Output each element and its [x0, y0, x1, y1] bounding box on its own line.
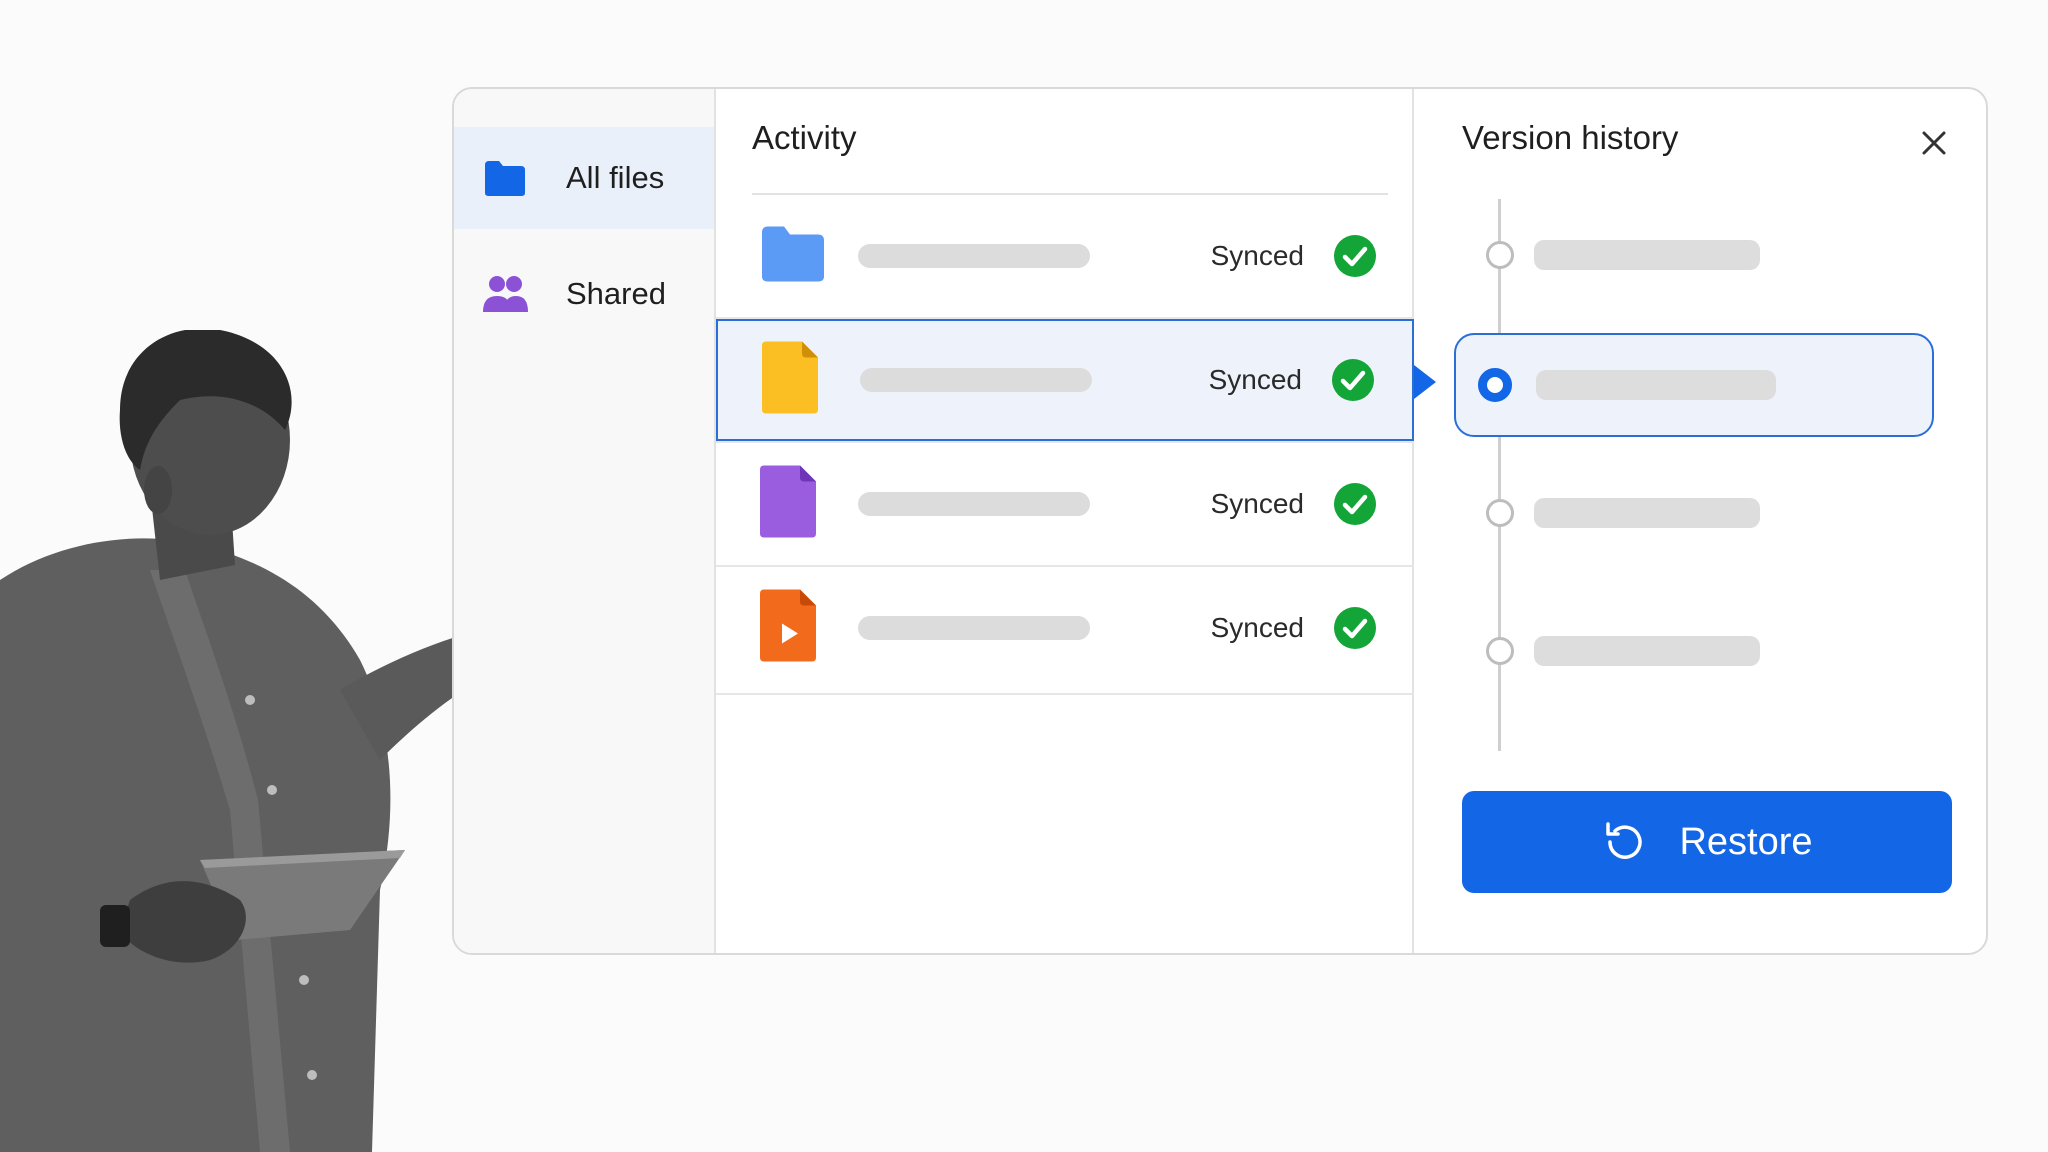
restore-icon [1601, 819, 1647, 865]
timeline-dot [1486, 241, 1514, 269]
sync-status: Synced [1210, 240, 1304, 271]
activity-row[interactable]: Synced [716, 443, 1414, 565]
file-sync-window: All files Shared Activity Synced Synced … [452, 87, 1988, 955]
folder-icon [482, 158, 528, 198]
activity-row[interactable]: Synced [716, 195, 1414, 317]
file-name-placeholder [858, 492, 1090, 516]
check-circle-icon [1332, 359, 1374, 401]
sync-status: Synced [1210, 612, 1304, 643]
check-circle-icon [1334, 235, 1376, 277]
file-name-placeholder [860, 368, 1092, 392]
document-icon [762, 341, 818, 419]
video-file-icon [760, 589, 816, 667]
activity-row[interactable]: Synced [716, 567, 1414, 689]
row-divider [716, 693, 1414, 695]
timeline-dot-selected [1478, 368, 1512, 402]
sidebar-item-label: Shared [566, 276, 666, 311]
sidebar-item-label: All files [566, 160, 665, 195]
sidebar-item-shared[interactable]: Shared [454, 243, 714, 345]
restore-label: Restore [1679, 820, 1813, 863]
version-item-selected[interactable] [1454, 333, 1934, 437]
activity-row-selected[interactable]: Synced [716, 319, 1414, 441]
version-label-placeholder [1534, 240, 1760, 270]
version-label-placeholder [1534, 498, 1760, 528]
sidebar-item-all-files[interactable]: All files [454, 127, 714, 229]
activity-title: Activity [752, 119, 857, 156]
version-item[interactable] [1454, 461, 1934, 565]
version-history-title: Version history [1462, 119, 1679, 156]
people-icon [482, 274, 528, 314]
timeline-dot [1486, 499, 1514, 527]
restore-button[interactable]: Restore [1462, 791, 1952, 893]
close-icon[interactable] [1918, 127, 1950, 159]
timeline-dot [1486, 637, 1514, 665]
folder-icon [760, 225, 826, 288]
check-circle-icon [1334, 607, 1376, 649]
file-name-placeholder [858, 616, 1090, 640]
sidebar: All files Shared [454, 89, 716, 953]
document-icon [760, 465, 816, 543]
sync-status: Synced [1208, 364, 1302, 395]
version-label-placeholder [1534, 636, 1760, 666]
sync-status: Synced [1210, 488, 1304, 519]
file-name-placeholder [858, 244, 1090, 268]
version-item[interactable] [1454, 599, 1934, 703]
version-item[interactable] [1454, 203, 1934, 307]
check-circle-icon [1334, 483, 1376, 525]
activity-panel: Activity Synced Synced Synced Synced [716, 89, 1414, 953]
version-label-placeholder [1536, 370, 1776, 400]
version-history-panel: Version history Restore [1414, 89, 1986, 953]
